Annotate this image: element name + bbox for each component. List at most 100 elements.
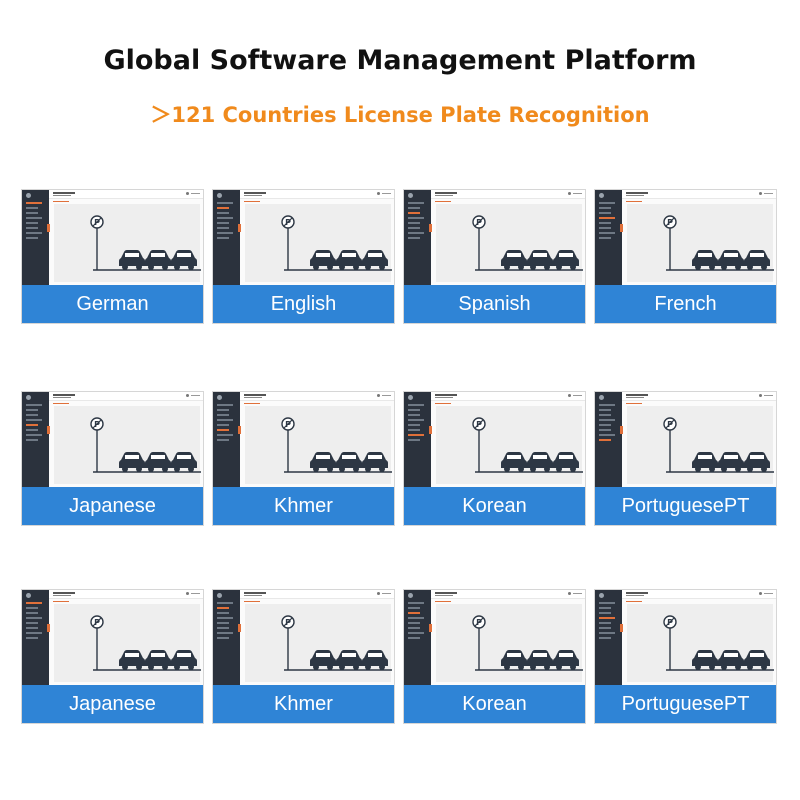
language-label: Spanish — [404, 285, 585, 323]
parking-sign-cars-icon: P — [90, 215, 201, 271]
parking-sign-cars-icon: P — [663, 615, 774, 671]
sidebar-menu-item — [217, 212, 229, 214]
sidebar-menu-item — [599, 424, 611, 426]
user-name — [382, 593, 391, 594]
sidebar-menu-item — [217, 202, 233, 204]
sidebar-menu-item — [26, 217, 42, 219]
parking-sign-cars-icon: P — [281, 417, 392, 473]
sidebar-menu-item — [26, 414, 38, 416]
sidebar — [22, 190, 49, 285]
language-label: English — [213, 285, 394, 323]
sidebar-menu-item — [408, 414, 420, 416]
sidebar-menu-item — [408, 202, 424, 204]
user-icon — [759, 394, 762, 397]
breadcrumb — [626, 403, 642, 404]
sidebar-menu-item — [599, 409, 611, 411]
sidebar-menu-item — [408, 419, 424, 421]
language-label: German — [22, 285, 203, 323]
collapse-tab — [238, 426, 241, 434]
logo-icon — [26, 593, 31, 598]
language-card-7[interactable]: P — [403, 391, 586, 526]
parking-sign-cars-icon: P — [472, 417, 583, 473]
sidebar-menu-item — [217, 217, 233, 219]
language-card-12[interactable]: PortuguesePT — [594, 589, 777, 724]
sidebar-menu-item — [26, 607, 38, 609]
sidebar — [404, 590, 431, 685]
sidebar-menu-item — [26, 424, 38, 426]
sidebar-menu-item — [408, 607, 420, 609]
language-card-8[interactable]: PortuguesePT — [594, 391, 777, 526]
header-text — [626, 192, 648, 194]
sidebar-menu-item — [408, 217, 424, 219]
top-bar — [240, 190, 394, 199]
software-screenshot-thumbnail: P — [213, 190, 394, 285]
sidebar-menu-item — [26, 617, 42, 619]
language-card-6[interactable]: P — [212, 391, 395, 526]
sidebar-menu-item — [599, 212, 611, 214]
breadcrumb — [53, 403, 69, 404]
parking-sign-cars-icon: P — [281, 615, 392, 671]
language-label: Khmer — [213, 487, 394, 525]
language-label: Korean — [404, 685, 585, 723]
collapse-tab — [429, 624, 432, 632]
parking-sign-cars-icon: P — [90, 417, 201, 473]
sidebar-menu-item — [26, 409, 38, 411]
user-name — [764, 193, 773, 194]
breadcrumb — [53, 601, 69, 602]
sidebar-menu-item — [26, 439, 38, 441]
sidebar-menu-item — [26, 632, 42, 634]
sidebar-menu-item — [217, 627, 229, 629]
language-card-1[interactable]: P — [21, 189, 204, 324]
sidebar-menu-item — [217, 434, 233, 436]
breadcrumb — [53, 201, 69, 202]
top-bar — [431, 590, 585, 599]
header-text — [435, 592, 457, 594]
language-label: Japanese — [22, 487, 203, 525]
language-card-5[interactable]: P — [21, 391, 204, 526]
main-area: P — [49, 590, 203, 685]
language-card-4[interactable]: P — [594, 189, 777, 324]
sidebar-menu-item — [599, 602, 615, 604]
sidebar-menu-item — [26, 429, 38, 431]
language-card-9[interactable]: P — [21, 589, 204, 724]
header-subtext — [53, 595, 71, 596]
breadcrumb — [435, 201, 451, 202]
sidebar-menu-item — [599, 217, 615, 219]
main-area: P — [240, 590, 394, 685]
breadcrumb — [244, 201, 260, 202]
sidebar-menu-item — [599, 612, 611, 614]
sidebar-menu-item — [408, 227, 420, 229]
sidebar-menu-item — [599, 227, 611, 229]
sidebar-menu-item — [408, 612, 420, 614]
sidebar-menu-item — [599, 627, 611, 629]
sidebar-menu-item — [217, 419, 233, 421]
language-card-3[interactable]: P — [403, 189, 586, 324]
sidebar-menu-item — [408, 434, 424, 436]
main-area: P — [431, 190, 585, 285]
logo-icon — [599, 593, 604, 598]
collapse-tab — [238, 224, 241, 232]
sidebar-menu-item — [408, 424, 420, 426]
sidebar-menu-item — [408, 409, 420, 411]
user-name — [191, 593, 200, 594]
language-card-10[interactable]: P — [212, 589, 395, 724]
header-subtext — [435, 397, 453, 398]
parking-sign-cars-icon: P — [281, 215, 392, 271]
main-area: P — [622, 392, 776, 487]
logo-icon — [599, 193, 604, 198]
sidebar-menu-item — [217, 207, 229, 209]
collapse-tab — [47, 624, 50, 632]
software-screenshot-thumbnail: P — [404, 590, 585, 685]
top-bar — [622, 190, 776, 199]
sidebar-menu-item — [599, 404, 615, 406]
language-card-11[interactable]: P — [403, 589, 586, 724]
collapse-tab — [47, 224, 50, 232]
sidebar-menu-item — [408, 627, 420, 629]
sidebar-menu-item — [408, 404, 424, 406]
language-label: PortuguesePT — [595, 487, 776, 525]
header-subtext — [435, 195, 453, 196]
software-screenshot-thumbnail: P — [22, 190, 203, 285]
collapse-tab — [238, 624, 241, 632]
logo-icon — [26, 395, 31, 400]
language-card-2[interactable]: P — [212, 189, 395, 324]
